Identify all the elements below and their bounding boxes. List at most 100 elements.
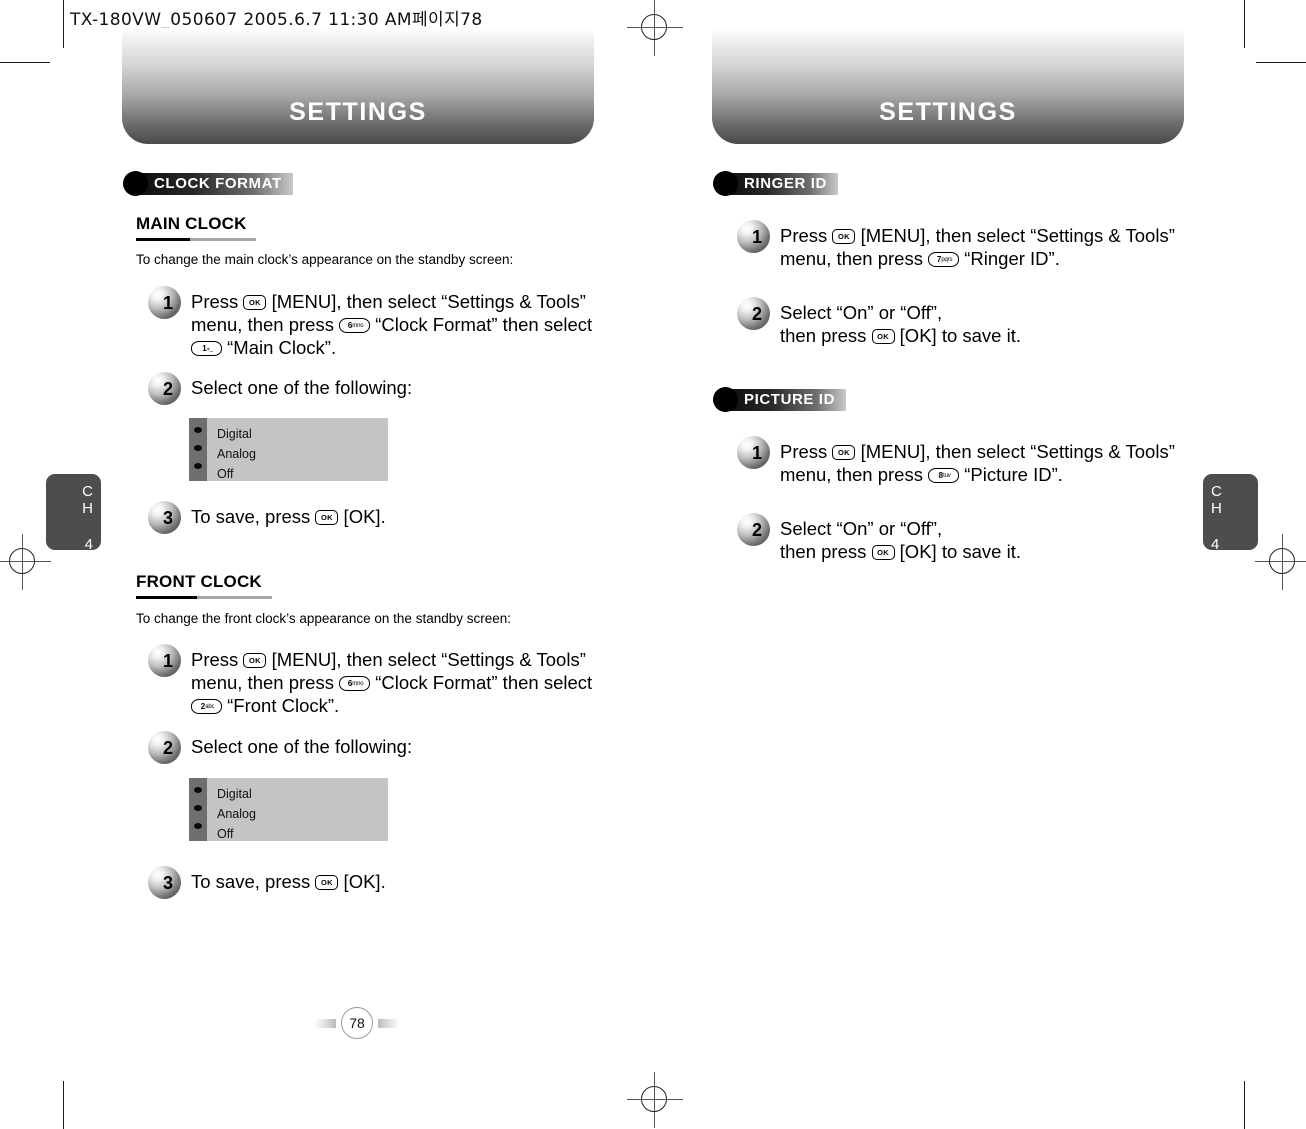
page-number-left: 78 (314, 1006, 400, 1040)
step-number: 1 (751, 226, 762, 247)
option-bullet-rail (189, 778, 207, 841)
ok-key-icon: OK (871, 545, 895, 560)
step-line-1b: [MENU], then select “Settings & Tools” (266, 649, 586, 670)
option-bullet-rail (189, 418, 207, 481)
ok-key-icon: OK (243, 295, 267, 310)
step-line-1: Press OK [MENU], then select “Settings &… (191, 290, 592, 313)
step-line-1b: [MENU], then select “Settings & Tools” (855, 225, 1175, 246)
step-text: Press OK [MENU], then select “Settings &… (191, 290, 592, 359)
option-item[interactable]: Off (217, 824, 388, 844)
ok-key-icon: OK (832, 445, 856, 460)
page-number-value: 78 (341, 1007, 373, 1039)
step-line-2: menu, then press 7pqrs “Ringer ID”. (780, 247, 1175, 270)
step-main-clock-1: 1 Press OK [MENU], then select “Settings… (148, 286, 592, 359)
step-line-1a: Press (191, 291, 244, 312)
page-number-wing-right (378, 1019, 400, 1028)
section-label: RINGER ID (744, 175, 827, 192)
option-list-front-clock: Digital Analog Off (189, 778, 388, 841)
section-bar: PICTURE ID (726, 388, 847, 411)
step-line-1a: Press (191, 649, 244, 670)
step-front-clock-2: 2 Select one of the following: (148, 731, 412, 764)
option-item[interactable]: Off (217, 464, 388, 484)
step-number-badge: 1 (737, 436, 770, 469)
step-line-2: menu, then press 6mno “Clock Format” the… (191, 671, 592, 694)
step-number-badge: 2 (737, 297, 770, 330)
chapter-number: 4 (1211, 536, 1220, 553)
step-text: Press OK [MENU], then select “Settings &… (780, 440, 1175, 486)
step-line-2a: menu, then press (780, 248, 929, 269)
option-bullet-icon (194, 823, 202, 829)
step-text: Select “On” or “Off”, then press OK [OK]… (780, 301, 1021, 347)
option-item[interactable]: Analog (217, 444, 388, 464)
step-number-badge: 3 (148, 866, 181, 899)
option-item[interactable]: Digital (217, 424, 388, 444)
key-letters: pqrs (941, 257, 953, 263)
step-number-badge: 1 (148, 286, 181, 319)
key-letters: tuv (943, 473, 951, 479)
subheading-rule (136, 596, 272, 599)
option-bullet-icon (194, 787, 202, 793)
step-number-badge: 2 (737, 513, 770, 546)
step-number-badge: 2 (148, 731, 181, 764)
option-items: Digital Analog Off (207, 418, 388, 481)
step-line-1a: To save, press (191, 506, 316, 527)
banner-title: SETTINGS (289, 98, 427, 126)
chapter-letter-h: H (1211, 500, 1222, 517)
section-bar: CLOCK FORMAT (136, 172, 293, 195)
step-line-1: Select “On” or “Off”, (780, 302, 943, 323)
key-letters: mno (352, 323, 364, 329)
step-line-2a: menu, then press (780, 464, 929, 485)
step-line-2a: then press (780, 541, 872, 562)
step-line-2b: [OK] to save it. (894, 325, 1021, 346)
step-line-2b: “Clock Format” then select (370, 672, 593, 693)
key-letters: ⁎_ (206, 346, 213, 352)
step-line-2a: menu, then press (191, 314, 340, 335)
section-label: CLOCK FORMAT (154, 175, 282, 192)
step-line-3: 2abc “Front Clock”. (191, 694, 592, 717)
step-line-3b: “Front Clock”. (222, 695, 340, 716)
option-item[interactable]: Analog (217, 804, 388, 824)
number-key-6-icon: 6mno (339, 318, 371, 333)
step-line-2: then press OK [OK] to save it. (780, 540, 1021, 563)
step-line-2b: “Picture ID”. (959, 464, 1063, 485)
page-banner-left: SETTINGS (122, 28, 594, 144)
step-number: 3 (162, 507, 173, 528)
ok-key-icon: OK (315, 875, 339, 890)
chapter-number: 4 (84, 536, 93, 553)
subheading-rule (136, 238, 256, 241)
step-picture-id-1: 1 Press OK [MENU], then select “Settings… (737, 436, 1175, 486)
step-line-2: menu, then press 8tuv “Picture ID”. (780, 463, 1175, 486)
step-number: 1 (751, 442, 762, 463)
step-line-1: To save, press OK [OK]. (191, 505, 386, 528)
section-bar: RINGER ID (726, 172, 838, 195)
step-line-3b: “Main Clock”. (222, 337, 337, 358)
step-picture-id-2: 2 Select “On” or “Off”, then press OK [O… (737, 513, 1021, 563)
step-text: Select “On” or “Off”, then press OK [OK]… (780, 517, 1021, 563)
ok-key-icon: OK (243, 653, 267, 668)
step-number: 3 (162, 872, 173, 893)
step-line-2: then press OK [OK] to save it. (780, 324, 1021, 347)
step-line-1b: [OK]. (338, 871, 386, 892)
chapter-letter-h: H (82, 500, 93, 517)
section-bar-cap (846, 388, 852, 411)
step-text: Press OK [MENU], then select “Settings &… (780, 224, 1175, 270)
page-number-wing-left (314, 1019, 336, 1028)
step-front-clock-3: 3 To save, press OK [OK]. (148, 866, 386, 899)
step-line-1: Select one of the following: (191, 377, 413, 398)
option-item[interactable]: Digital (217, 784, 388, 804)
step-line-1b: [MENU], then select “Settings & Tools” (855, 441, 1175, 462)
section-tab-picture-id: PICTURE ID (713, 387, 852, 412)
step-number: 2 (162, 737, 173, 758)
option-bullet-icon (194, 463, 202, 469)
chapter-tab-left: C H 4 (46, 474, 101, 553)
page-banner-right: SETTINGS (712, 28, 1184, 144)
page-left: SETTINGS CLOCK FORMAT MAIN CLOCK To chan… (0, 0, 653, 1129)
page-right: SETTINGS RINGER ID 1 Press OK [MENU], th… (653, 0, 1306, 1129)
step-number: 2 (751, 303, 762, 324)
section-bar-cap (837, 172, 843, 195)
step-line-1a: To save, press (191, 871, 316, 892)
step-number-badge: 3 (148, 501, 181, 534)
ok-key-icon: OK (871, 329, 895, 344)
subheading-text: MAIN CLOCK (136, 214, 247, 233)
number-key-8-icon: 8tuv (928, 468, 960, 483)
